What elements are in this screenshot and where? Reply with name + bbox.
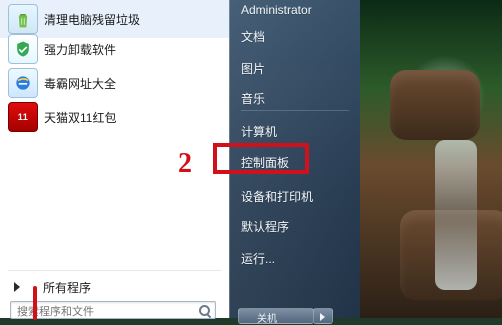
program-label: 毒霸网址大全 <box>44 76 117 91</box>
right-item-pictures[interactable]: 图片 <box>241 56 353 80</box>
desktop-background <box>360 0 502 318</box>
search-box[interactable] <box>10 301 216 319</box>
program-label: 强力卸载软件 <box>44 42 117 57</box>
program-item-uninstall[interactable]: 强力卸载软件 <box>0 30 229 68</box>
right-item-default-programs[interactable]: 默认程序 <box>241 214 353 238</box>
rock-shape <box>390 70 480 140</box>
search-icon[interactable] <box>198 304 210 316</box>
user-name[interactable]: Administrator <box>241 0 353 22</box>
program-item-tmall-red-packet[interactable]: 11 天猫双11红包 <box>0 98 229 136</box>
right-item-label: 默认程序 <box>241 219 290 234</box>
right-item-computer[interactable]: 计算机 <box>241 119 353 143</box>
search-input[interactable] <box>11 305 198 319</box>
right-item-run[interactable]: 运行... <box>241 246 353 270</box>
all-programs-label: 所有程序 <box>43 280 92 295</box>
tmall-icon-text: 11 <box>17 112 29 122</box>
right-item-music[interactable]: 音乐 <box>241 86 353 110</box>
right-item-label: 设备和打印机 <box>241 189 314 204</box>
right-item-label: 图片 <box>241 61 266 76</box>
left-pane-separator <box>8 270 221 271</box>
program-item-url-navigator[interactable]: 毒霸网址大全 <box>0 64 229 102</box>
right-item-documents[interactable]: 文档 <box>241 24 353 48</box>
right-item-label: 音乐 <box>241 91 266 106</box>
internet-explorer-icon <box>8 68 38 98</box>
annotation-step-number: 2 <box>178 148 192 179</box>
right-item-label: 计算机 <box>241 124 278 139</box>
program-label: 天猫双11红包 <box>44 110 117 125</box>
right-item-label: 文档 <box>241 29 266 44</box>
right-item-label: 运行... <box>241 251 276 266</box>
uninstall-shield-icon <box>8 34 38 64</box>
start-menu-left-pane: 清理电脑残留垃圾 强力卸载软件 毒霸网址大全 11 天猫双11红包 所有程序 搜… <box>0 0 230 319</box>
right-pane-separator <box>241 110 349 111</box>
annotation-marker <box>33 286 37 320</box>
annotation-highlight-box <box>213 143 309 174</box>
shutdown-options-button[interactable] <box>313 308 333 324</box>
chevron-right-icon <box>14 282 20 292</box>
shutdown-button[interactable]: 关机 <box>238 308 314 325</box>
right-item-devices-printers[interactable]: 设备和打印机 <box>241 184 353 208</box>
user-name-label: Administrator <box>241 3 312 17</box>
waterfall-shape <box>435 140 477 290</box>
program-label: 清理电脑残留垃圾 <box>44 12 141 27</box>
tmall-red-packet-icon: 11 <box>8 102 38 132</box>
